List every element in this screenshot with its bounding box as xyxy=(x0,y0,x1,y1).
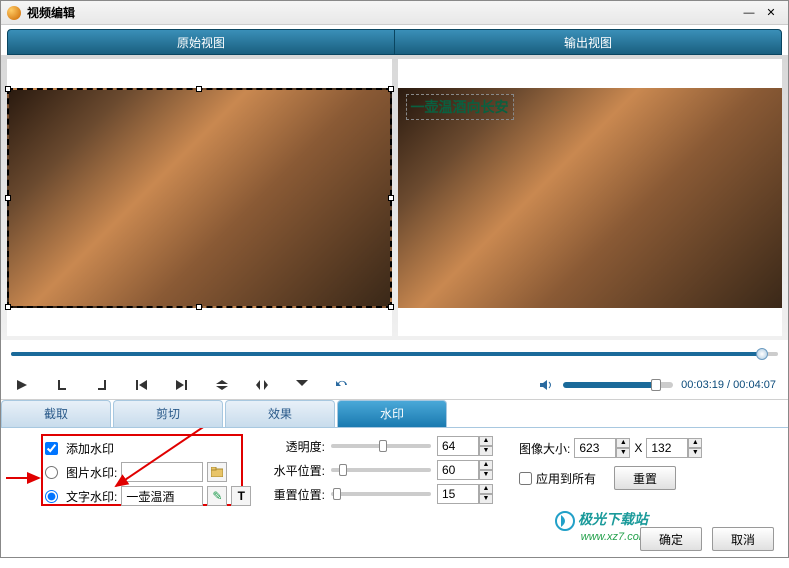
x-label: X xyxy=(634,441,642,455)
slider-thumb[interactable] xyxy=(333,488,341,500)
slider-thumb[interactable] xyxy=(379,440,387,452)
spin-up[interactable]: ▲ xyxy=(479,436,493,446)
spin-up[interactable]: ▲ xyxy=(479,484,493,494)
branding-logo-icon xyxy=(555,511,575,531)
v-position-input[interactable] xyxy=(437,484,479,504)
next-frame-button[interactable] xyxy=(173,377,191,393)
crop-handle[interactable] xyxy=(5,195,11,201)
crop-handle[interactable] xyxy=(196,86,202,92)
slider-thumb[interactable] xyxy=(339,464,347,476)
preview-header: 原始视图 输出视图 xyxy=(7,29,782,55)
spin-up[interactable]: ▲ xyxy=(616,438,630,448)
output-preview[interactable]: 一壶温酒向长安 xyxy=(398,59,783,336)
spin-up[interactable]: ▲ xyxy=(479,460,493,470)
minimize-button[interactable]: — xyxy=(738,5,760,21)
h-position-slider[interactable] xyxy=(331,468,431,472)
flip-h-button[interactable] xyxy=(253,377,271,393)
title-bar: 视频编辑 — ✕ xyxy=(1,1,788,25)
font-style-button[interactable]: T xyxy=(231,486,251,506)
add-watermark-label: 添加水印 xyxy=(66,440,114,457)
spin-down[interactable]: ▼ xyxy=(479,470,493,480)
rotate-left-button[interactable] xyxy=(293,377,311,393)
tab-effect[interactable]: 效果 xyxy=(225,400,335,427)
image-watermark-path-input[interactable] xyxy=(121,462,203,482)
spin-down[interactable]: ▼ xyxy=(688,448,702,458)
image-height-input[interactable] xyxy=(646,438,688,458)
apply-all-label: 应用到所有 xyxy=(536,470,596,487)
spin-down[interactable]: ▼ xyxy=(616,448,630,458)
reset-button[interactable]: 重置 xyxy=(614,466,676,490)
app-icon xyxy=(7,6,21,20)
spin-up[interactable]: ▲ xyxy=(688,438,702,448)
text-watermark-input[interactable] xyxy=(121,486,203,506)
tab-cut[interactable]: 剪切 xyxy=(113,400,223,427)
h-position-input[interactable] xyxy=(437,460,479,480)
image-watermark-label: 图片水印: xyxy=(66,464,117,481)
tab-watermark[interactable]: 水印 xyxy=(337,400,447,427)
spin-down[interactable]: ▼ xyxy=(479,446,493,456)
tab-crop[interactable]: 截取 xyxy=(1,400,111,427)
image-width-input[interactable] xyxy=(574,438,616,458)
volume-slider[interactable] xyxy=(563,382,673,388)
mark-out-button[interactable] xyxy=(93,377,111,393)
header-output: 输出视图 xyxy=(395,30,781,54)
original-video-frame[interactable] xyxy=(7,88,392,308)
crop-handle[interactable] xyxy=(5,86,11,92)
prev-frame-button[interactable] xyxy=(133,377,151,393)
spin-down[interactable]: ▼ xyxy=(479,494,493,504)
dialog-buttons: 确定 取消 xyxy=(640,527,774,551)
image-size-label: 图像大小: xyxy=(519,440,570,457)
playback-controls: 00:03:19 / 00:04:07 xyxy=(1,370,788,400)
crop-handle[interactable] xyxy=(5,304,11,310)
branding: 极光下载站 www.xz7.com xyxy=(555,509,648,543)
header-original: 原始视图 xyxy=(8,30,395,54)
tabs-row: 截取 剪切 效果 水印 xyxy=(1,400,788,428)
v-position-slider[interactable] xyxy=(331,492,431,496)
browse-image-button[interactable] xyxy=(207,462,227,482)
add-watermark-checkbox[interactable] xyxy=(45,442,58,455)
crop-handle[interactable] xyxy=(196,304,202,310)
undo-button[interactable] xyxy=(333,377,351,393)
cancel-button[interactable]: 取消 xyxy=(712,527,774,551)
play-button[interactable] xyxy=(13,377,31,393)
time-display: 00:03:19 / 00:04:07 xyxy=(681,379,776,391)
preview-area: 一壶温酒向长安 xyxy=(1,55,788,340)
transparency-label: 透明度: xyxy=(269,438,325,455)
crop-handle[interactable] xyxy=(388,195,394,201)
mark-in-button[interactable] xyxy=(53,377,71,393)
text-watermark-label: 文字水印: xyxy=(66,488,117,505)
window-title: 视频编辑 xyxy=(27,4,738,21)
close-button[interactable]: ✕ xyxy=(760,5,782,21)
font-color-button[interactable]: ✎ xyxy=(207,486,227,506)
image-watermark-radio[interactable] xyxy=(45,466,58,479)
volume-icon[interactable] xyxy=(537,377,555,393)
timeline-thumb[interactable] xyxy=(756,348,768,360)
transparency-input[interactable] xyxy=(437,436,479,456)
crop-handle[interactable] xyxy=(388,304,394,310)
h-position-label: 水平位置: xyxy=(269,462,325,479)
output-video-frame: 一壶温酒向长安 xyxy=(398,88,783,308)
crop-handle[interactable] xyxy=(388,86,394,92)
volume-thumb[interactable] xyxy=(651,379,661,391)
ok-button[interactable]: 确定 xyxy=(640,527,702,551)
timeline[interactable] xyxy=(11,346,778,364)
flip-v-button[interactable] xyxy=(213,377,231,393)
watermark-overlay[interactable]: 一壶温酒向长安 xyxy=(406,94,514,120)
v-position-label: 重置位置: xyxy=(269,486,325,503)
text-watermark-radio[interactable] xyxy=(45,490,58,503)
transparency-slider[interactable] xyxy=(331,444,431,448)
original-preview[interactable] xyxy=(7,59,392,336)
apply-all-checkbox[interactable] xyxy=(519,472,532,485)
